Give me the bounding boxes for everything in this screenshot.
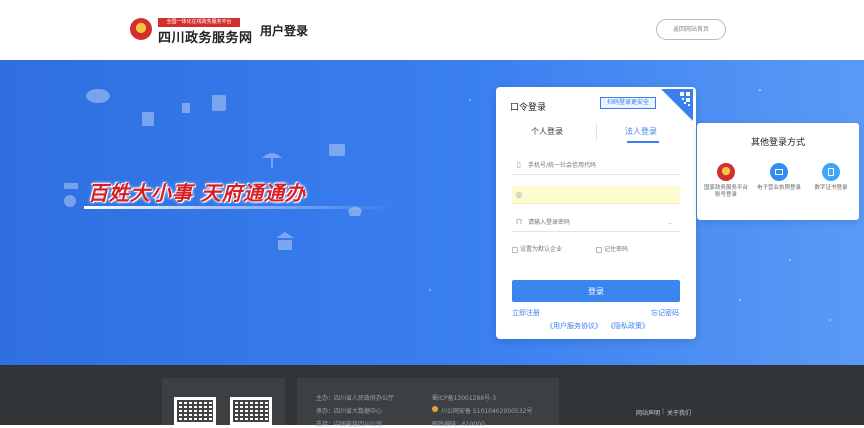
tab-corporate-login[interactable]: 法人登录 [625, 126, 657, 137]
slogan-underline [84, 206, 394, 209]
login-button[interactable]: 登录 [512, 280, 680, 302]
default-enterprise-checkbox[interactable]: 设置为默认企业 [512, 244, 562, 253]
footer-divider: | [662, 408, 665, 415]
footer-police[interactable]: 川公网安备 51010402000532号 [441, 406, 532, 415]
eye-icon[interactable]: ⌣ [668, 220, 672, 228]
footer-icp[interactable]: 蜀ICP备13001288号-3 [432, 393, 496, 402]
home-button[interactable]: 返回网站首页 [656, 19, 726, 40]
tab-separator [596, 124, 597, 140]
logo-badge: 全国一体化在线政务服务平台 [158, 18, 240, 27]
footer-support: 支持：中国电信四川公司 [316, 421, 383, 428]
autofill-field[interactable] [512, 186, 680, 204]
agreement-link[interactable]: 《用户服务协议》 [546, 321, 602, 331]
login-title: 口令登录 [510, 103, 547, 113]
footer: 主办：四川省人民政府办公厅 承办：四川省大数据中心 支持：中国电信四川公司 蜀I… [0, 365, 864, 428]
site-logo-text[interactable]: 四川政务服务网 [158, 27, 253, 46]
qr-code-icon[interactable] [661, 89, 693, 121]
footer-qr-code-2 [230, 397, 272, 425]
remember-password-checkbox[interactable]: 记住密码 [596, 244, 628, 253]
footer-zipcode: 邮政编码：610000 [432, 421, 485, 428]
police-badge-icon [432, 406, 438, 412]
password-input[interactable] [512, 214, 680, 232]
other-login-title: 其他登录方式 [750, 138, 805, 148]
verify-icon: ◎ [515, 190, 523, 199]
tab-personal-login[interactable]: 个人登录 [531, 126, 563, 137]
digital-certificate-login[interactable]: 数字证书登录 [807, 163, 855, 192]
active-tab-indicator [627, 141, 659, 143]
footer-qr-code-1 [174, 397, 216, 425]
page-title: 用户登录 [260, 24, 309, 38]
national-emblem-icon [717, 163, 735, 181]
banner-slogan: 百姓大小事 天府通通办 [88, 181, 306, 205]
national-platform-login[interactable]: 国家政务服务平台账号登录 [702, 163, 750, 199]
footer-sponsor: 主办：四川省人民政府办公厅 [316, 395, 395, 402]
forgot-password-link[interactable]: 忘记密码 [651, 308, 679, 318]
national-emblem-icon [130, 18, 152, 40]
login-card: 口令登录 扫码登录更安全 个人登录 法人登录 ▯ ◎ ⊓ ⌣ 设置为默认企业 记… [496, 87, 696, 339]
site-statement-link[interactable]: 网站声明 [636, 408, 660, 417]
business-license-login[interactable]: 电子营业执照登录 [755, 163, 803, 192]
footer-organizer: 承办：四川省大数据中心 [316, 408, 383, 415]
header: 全国一体化在线政务服务平台 四川政务服务网 用户登录 返回网站首页 [0, 0, 864, 60]
other-login-card: 其他登录方式 国家政务服务平台账号登录 电子营业执照登录 数字证书登录 [697, 123, 859, 220]
business-license-icon [770, 163, 788, 181]
qr-login-tag[interactable]: 扫码登录更安全 [600, 97, 656, 109]
account-input[interactable] [512, 157, 680, 175]
register-link[interactable]: 立即注册 [512, 308, 540, 318]
digital-certificate-icon [822, 163, 840, 181]
about-us-link[interactable]: 关于我们 [667, 408, 691, 417]
privacy-link[interactable]: 《隐私政策》 [607, 321, 649, 331]
